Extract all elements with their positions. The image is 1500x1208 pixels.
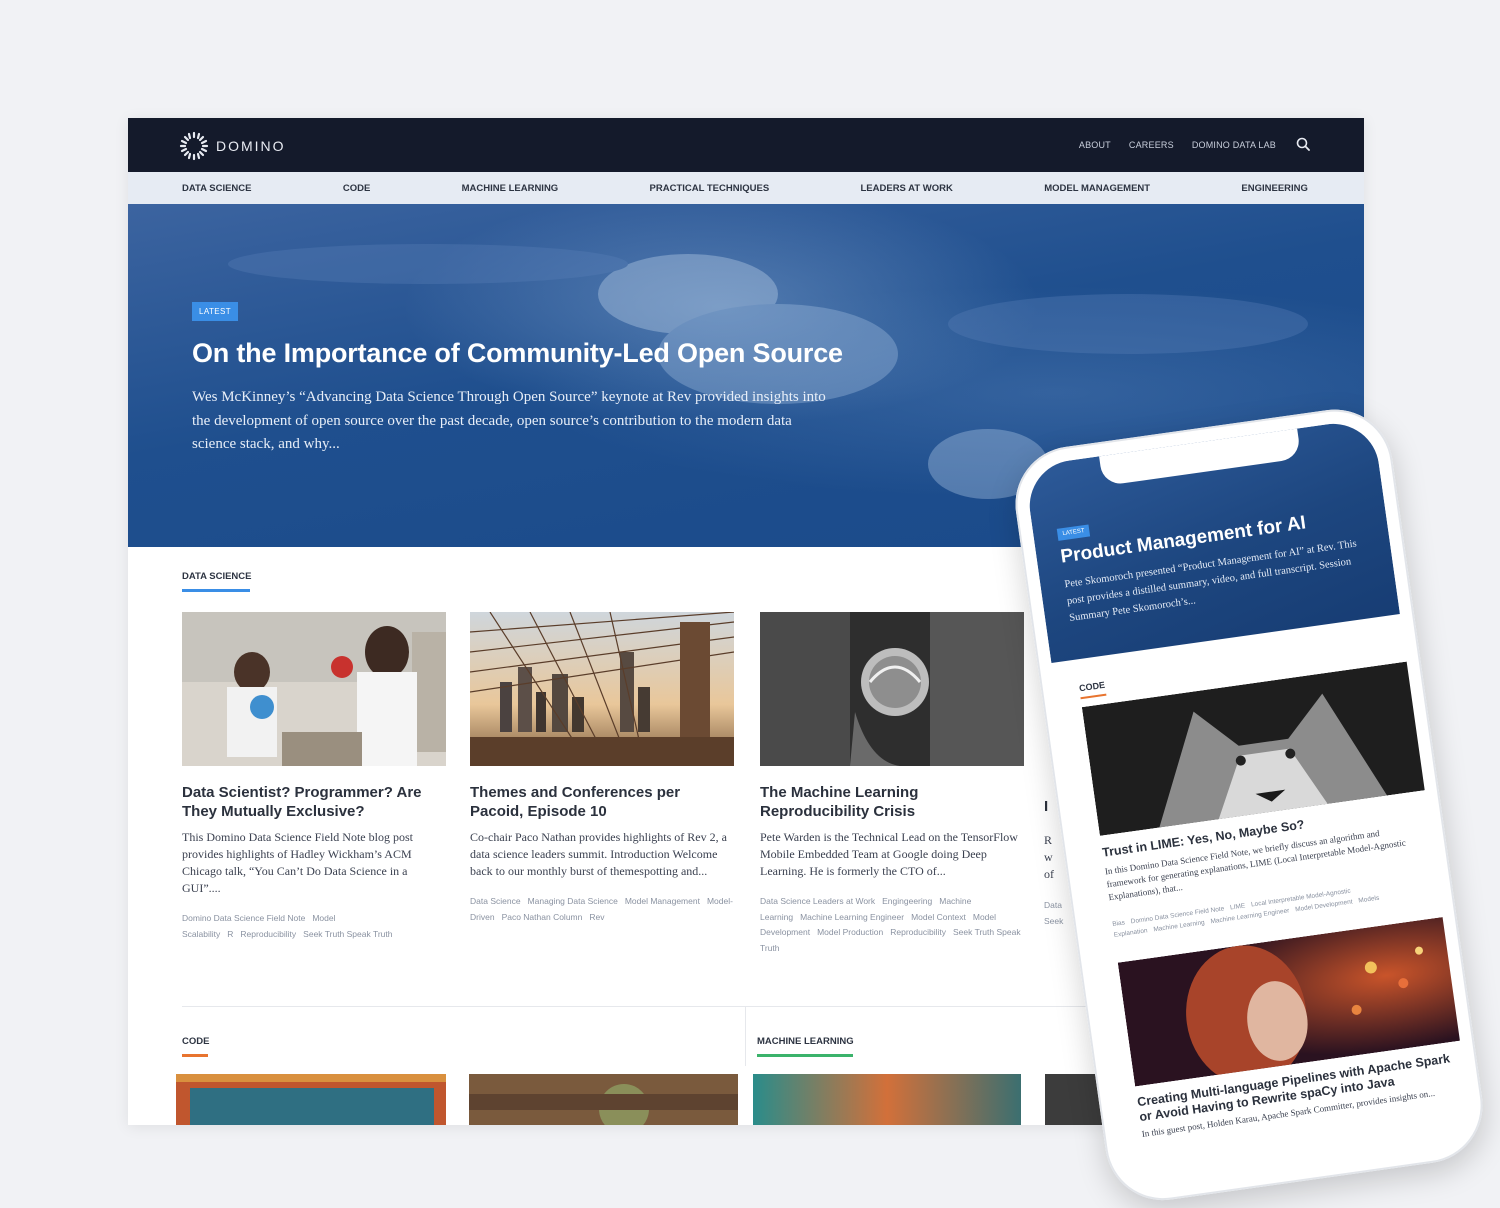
section-divider-vertical <box>745 1006 746 1066</box>
section-label-code[interactable]: CODE <box>182 1036 210 1057</box>
article-excerpt: This Domino Data Science Field Note blog… <box>182 830 413 895</box>
article-thumbnail[interactable] <box>182 612 446 766</box>
article-title-partial[interactable]: I <box>1044 798 1048 815</box>
tag[interactable]: Data Science Leaders at Work <box>760 896 875 906</box>
category-machine-learning[interactable]: MACHINE LEARNING <box>462 183 559 194</box>
section-label-data-science[interactable]: DATA SCIENCE <box>182 571 252 592</box>
top-bar: DOMINO ABOUT CAREERS DOMINO DATA LAB <box>128 118 1364 172</box>
article-thumbnail[interactable] <box>760 612 1024 766</box>
tag[interactable]: Reproducibility <box>890 927 946 937</box>
nav-domino-data-lab[interactable]: DOMINO DATA LAB <box>1192 140 1276 150</box>
article-excerpt: Co-chair Paco Nathan provides highlights… <box>470 830 727 878</box>
tag[interactable]: Data <box>1044 898 1063 914</box>
category-model-management[interactable]: MODEL MANAGEMENT <box>1044 183 1150 194</box>
tag[interactable]: Domino Data Science Field Note <box>182 913 305 923</box>
article-excerpt-partial: R w of <box>1044 832 1054 883</box>
article-thumbnail[interactable] <box>753 1074 1021 1125</box>
excerpt-fragment: w <box>1044 850 1053 864</box>
latest-badge: LATEST <box>1056 524 1091 541</box>
article-title[interactable]: Themes and Conferences per Pacoid, Episo… <box>470 784 736 821</box>
hero-title[interactable]: On the Importance of Community-Led Open … <box>192 338 843 369</box>
article-tags: Domino Data Science Field Note Model Scal… <box>182 911 448 942</box>
category-practical-techniques[interactable]: PRACTICAL TECHNIQUES <box>650 183 770 194</box>
excerpt-fragment: R <box>1044 833 1053 847</box>
category-engineering[interactable]: ENGINEERING <box>1241 183 1308 194</box>
tag[interactable]: Paco Nathan Column <box>502 912 583 922</box>
tag[interactable]: Reproducibility <box>240 929 296 939</box>
article-card[interactable]: Data Scientist? Programmer? Are They Mut… <box>182 612 448 942</box>
tag[interactable]: Model Production <box>817 927 883 937</box>
tag[interactable]: Data Science <box>470 896 521 906</box>
tag[interactable]: Bias <box>1112 919 1126 928</box>
tag[interactable]: R <box>227 929 233 939</box>
tag[interactable]: Rev <box>589 912 604 922</box>
nav-careers[interactable]: CAREERS <box>1129 140 1174 150</box>
section-underline <box>1080 693 1107 700</box>
tag[interactable]: Machine Learning Engineer <box>800 912 904 922</box>
excerpt-fragment: of <box>1044 867 1054 881</box>
tag[interactable]: Models <box>1358 895 1380 905</box>
article-title[interactable]: The Machine Learning Reproducibility Cri… <box>760 784 1026 821</box>
category-data-science[interactable]: DATA SCIENCE <box>182 183 252 194</box>
latest-badge: LATEST <box>192 302 239 321</box>
article-thumbnail[interactable] <box>470 612 734 766</box>
tag[interactable]: Model Management <box>625 896 700 906</box>
tag[interactable]: Managing Data Science <box>528 896 618 906</box>
tag[interactable]: Seek <box>1044 914 1063 930</box>
domino-logo-icon <box>179 131 209 161</box>
phone-section-label-code[interactable]: CODE <box>1078 679 1107 700</box>
logo[interactable]: DOMINO <box>178 130 286 162</box>
category-code[interactable]: CODE <box>343 183 370 194</box>
section-underline <box>182 589 250 592</box>
category-nav: DATA SCIENCE CODE MACHINE LEARNING PRACT… <box>128 172 1364 204</box>
tag[interactable]: Machine Learning <box>1153 919 1205 933</box>
hero-description: Wes McKinney’s “Advancing Data Science T… <box>192 389 826 452</box>
section-label-text: DATA SCIENCE <box>182 571 252 582</box>
section-underline <box>757 1054 853 1057</box>
section-underline <box>182 1054 208 1057</box>
top-nav: ABOUT CAREERS DOMINO DATA LAB <box>1079 118 1276 172</box>
section-label-text: CODE <box>182 1036 210 1047</box>
article-tags-partial: Data Seek <box>1044 898 1063 929</box>
logo-text: DOMINO <box>216 138 286 154</box>
section-label-text: MACHINE LEARNING <box>757 1036 854 1047</box>
tag[interactable]: LIME <box>1230 902 1246 911</box>
section-label-text: CODE <box>1078 679 1106 694</box>
section-label-machine-learning[interactable]: MACHINE LEARNING <box>757 1036 854 1057</box>
tag[interactable]: Seek Truth Speak Truth <box>303 929 392 939</box>
article-tags: Data Science Leaders at Work Engingeering… <box>760 894 1026 956</box>
article-title[interactable]: Data Scientist? Programmer? Are They Mut… <box>182 784 448 821</box>
article-thumbnail[interactable] <box>1081 661 1427 836</box>
article-tags: Data Science Managing Data Science Model M… <box>470 894 736 925</box>
article-card[interactable]: Themes and Conferences per Pacoid, Episo… <box>470 612 736 925</box>
article-thumbnail[interactable] <box>176 1074 446 1125</box>
article-thumbnail[interactable] <box>469 1074 738 1125</box>
article-excerpt: Pete Warden is the Technical Lead on the… <box>760 830 1018 878</box>
tag[interactable]: Model Context <box>911 912 966 922</box>
category-leaders-at-work[interactable]: LEADERS AT WORK <box>861 183 953 194</box>
search-icon[interactable] <box>1296 137 1310 156</box>
tag[interactable]: Engingeering <box>882 896 932 906</box>
article-card[interactable]: The Machine Learning Reproducibility Cri… <box>760 612 1026 956</box>
nav-about[interactable]: ABOUT <box>1079 140 1111 150</box>
